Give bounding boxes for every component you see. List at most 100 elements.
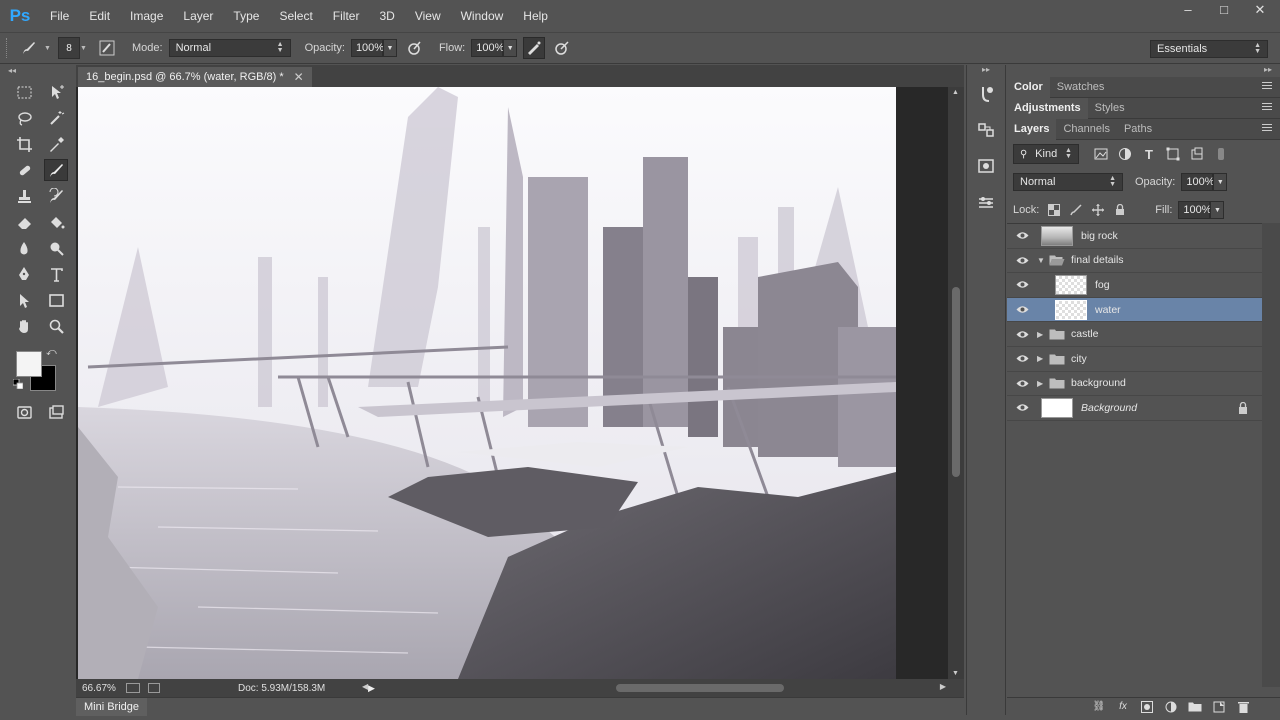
filter-type-icon[interactable]: T	[1141, 146, 1157, 162]
visibility-eye-icon[interactable]	[1007, 379, 1037, 388]
mode-select[interactable]: Normal ▲ ▼	[168, 39, 291, 57]
menu-edit[interactable]: Edit	[79, 0, 120, 32]
opacity-field[interactable]: 100%	[350, 39, 384, 57]
tab-adjustments[interactable]: Adjustments	[1007, 97, 1088, 119]
screen-mode-icon[interactable]	[44, 401, 68, 423]
canvas-area[interactable]	[76, 87, 948, 679]
tab-layers[interactable]: Layers	[1007, 118, 1057, 140]
layer-row[interactable]: water	[1007, 297, 1262, 323]
brush-panel-toggle-icon[interactable]	[96, 37, 118, 59]
menu-type[interactable]: Type	[223, 0, 269, 32]
menu-help[interactable]: Help	[513, 0, 558, 32]
brush-preset-icon[interactable]	[14, 37, 44, 59]
visibility-eye-icon[interactable]	[1007, 280, 1037, 289]
close-document-icon[interactable]: ✕	[294, 70, 304, 84]
document-canvas[interactable]	[78, 87, 896, 679]
history-brush-tool-icon[interactable]	[44, 185, 68, 207]
layers-scrollbar[interactable]	[1262, 223, 1280, 687]
menu-3d[interactable]: 3D	[369, 0, 404, 32]
scroll-down-icon[interactable]: ▼	[952, 670, 959, 677]
visibility-eye-icon[interactable]	[1007, 256, 1037, 265]
tab-swatches[interactable]: Swatches	[1050, 77, 1112, 98]
dodge-tool-icon[interactable]	[44, 237, 68, 259]
airbrush-icon[interactable]	[523, 37, 546, 59]
quick-mask-icon[interactable]	[12, 401, 36, 423]
filter-smart-object-icon[interactable]	[1189, 146, 1205, 162]
visibility-eye-icon[interactable]	[1007, 330, 1037, 339]
dock-collapse-icon[interactable]: ▸▸	[967, 65, 1005, 77]
layer-row[interactable]: ▶ background	[1007, 372, 1262, 397]
filter-shape-icon[interactable]	[1165, 146, 1181, 162]
visibility-eye-icon[interactable]	[1007, 403, 1037, 412]
layer-row[interactable]: fog	[1007, 273, 1262, 298]
lock-position-icon[interactable]	[1091, 203, 1105, 217]
history-panel-icon[interactable]	[974, 83, 998, 105]
hand-tool-icon[interactable]	[12, 315, 36, 337]
layer-row[interactable]: big rock	[1007, 224, 1262, 249]
pressure-size-icon[interactable]	[551, 37, 573, 59]
menu-filter[interactable]: Filter	[323, 0, 370, 32]
crop-tool-icon[interactable]	[12, 133, 36, 155]
layer-row[interactable]: ▶ castle	[1007, 322, 1262, 347]
brush-size-field[interactable]: 8	[58, 37, 80, 59]
brush-size-arrow-icon[interactable]: ▼	[80, 45, 90, 52]
layer-row[interactable]: ▼ final details	[1007, 249, 1262, 274]
horizontal-scrollbar[interactable]: ◀ ▶	[362, 682, 946, 693]
minimize-button[interactable]: –	[1180, 2, 1196, 18]
panel-menu-icon[interactable]	[1262, 103, 1272, 113]
foreground-color-swatch[interactable]	[16, 351, 42, 377]
expand-arrow-right-icon[interactable]: ▶	[1037, 354, 1049, 363]
rectangle-tool-icon[interactable]	[44, 289, 68, 311]
panels-collapse-icon[interactable]: ▸▸	[1264, 65, 1272, 74]
menu-file[interactable]: File	[40, 0, 79, 32]
vertical-scrollbar[interactable]: ▲ ▼	[948, 87, 964, 679]
brush-presets-panel-icon[interactable]	[974, 191, 998, 213]
lock-pixels-icon[interactable]	[1069, 203, 1083, 217]
move-tool-icon[interactable]	[44, 81, 68, 103]
status-preview-icon[interactable]	[126, 683, 140, 693]
magic-wand-tool-icon[interactable]	[44, 107, 68, 129]
filter-pixel-icon[interactable]	[1093, 146, 1109, 162]
layer-row[interactable]: Background	[1007, 396, 1262, 421]
menu-select[interactable]: Select	[269, 0, 322, 32]
marquee-tool-icon[interactable]	[12, 81, 36, 103]
scroll-up-icon[interactable]: ▲	[952, 89, 959, 96]
layer-opacity-dropdown-icon[interactable]: ▼	[1213, 173, 1228, 191]
filter-adjustment-icon[interactable]	[1117, 146, 1133, 162]
close-button[interactable]: ✕	[1252, 2, 1268, 18]
brush-preset-arrow-icon[interactable]: ▼	[44, 45, 54, 52]
lock-transparent-icon[interactable]	[1047, 203, 1061, 217]
layer-kind-filter[interactable]: ⚲ Kind ▲ ▼	[1013, 144, 1079, 164]
mini-bridge-tab[interactable]: Mini Bridge	[76, 697, 148, 716]
workspace-select[interactable]: Essentials ▲ ▼	[1150, 40, 1268, 58]
menu-window[interactable]: Window	[451, 0, 514, 32]
zoom-level-field[interactable]: 66.67%	[76, 683, 118, 694]
flow-field[interactable]: 100%	[471, 39, 504, 57]
blur-tool-icon[interactable]	[12, 237, 36, 259]
default-colors-icon[interactable]	[12, 378, 24, 390]
properties-panel-icon[interactable]	[974, 155, 998, 177]
tab-color[interactable]: Color	[1007, 76, 1050, 98]
expand-arrow-down-icon[interactable]: ▼	[1037, 256, 1049, 265]
tab-channels[interactable]: Channels	[1056, 119, 1116, 140]
lock-all-icon[interactable]	[1113, 203, 1127, 217]
paint-bucket-tool-icon[interactable]	[44, 211, 68, 233]
swap-colors-icon[interactable]: ⤺	[46, 347, 57, 358]
layer-row[interactable]: ▶ city	[1007, 347, 1262, 372]
options-grip[interactable]	[6, 38, 14, 58]
layer-style-icon[interactable]: fx	[1116, 700, 1130, 714]
add-mask-icon[interactable]	[1140, 700, 1154, 714]
brush-tool-icon[interactable]	[44, 159, 68, 181]
tab-paths[interactable]: Paths	[1117, 119, 1159, 140]
flow-dropdown-icon[interactable]: ▼	[503, 39, 518, 57]
new-layer-icon[interactable]	[1212, 700, 1226, 714]
eraser-tool-icon[interactable]	[12, 211, 36, 233]
layer-blend-mode-select[interactable]: Normal ▲ ▼	[1013, 173, 1123, 191]
expand-arrow-right-icon[interactable]: ▶	[1037, 379, 1049, 388]
path-selection-tool-icon[interactable]	[12, 289, 36, 311]
visibility-eye-icon[interactable]	[1007, 305, 1037, 314]
menu-image[interactable]: Image	[120, 0, 173, 32]
actions-panel-icon[interactable]	[974, 119, 998, 141]
lasso-tool-icon[interactable]	[12, 107, 36, 129]
status-export-icon[interactable]	[148, 683, 160, 693]
